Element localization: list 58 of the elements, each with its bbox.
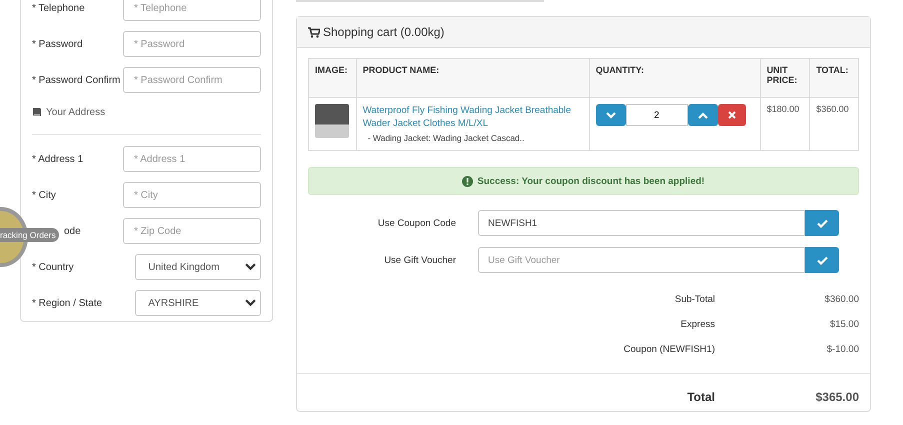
total-label: Sub-Total — [674, 294, 715, 305]
field-label: * Password — [32, 38, 83, 50]
remove-button[interactable] — [718, 104, 746, 126]
product-photo-placeholder — [315, 104, 349, 138]
column-header: UNIT PRICE: — [760, 58, 810, 98]
field-label: * Country — [32, 262, 74, 272]
table-cell: $180.00 — [760, 98, 810, 150]
total-amount: $360.00 — [824, 294, 859, 305]
grand-total-label: Total — [686, 390, 715, 404]
field-label: Use Coupon Code — [376, 218, 457, 228]
total-label: Express — [680, 319, 715, 330]
chevron-down-icon — [245, 299, 256, 307]
text-field[interactable]: * Zip Code — [123, 218, 261, 244]
checkmark-icon — [816, 218, 828, 228]
total-amount: $15.00 — [828, 319, 859, 330]
text-field[interactable]: * Telephone — [123, 0, 261, 21]
text-field[interactable]: * Address 1 — [123, 146, 261, 172]
field-label: * Region / State — [32, 298, 102, 308]
close-icon — [728, 111, 736, 119]
field-label: * City — [32, 190, 56, 200]
decrease-button[interactable] — [596, 104, 626, 126]
column-header: QUANTITY: — [589, 58, 760, 98]
apply-button[interactable] — [805, 210, 839, 236]
book-icon — [32, 107, 42, 117]
panel-title: Shopping cart (0.00kg) — [323, 25, 444, 39]
exclamation-icon — [462, 176, 474, 186]
grand-total-amount: $365.00 — [814, 390, 859, 404]
field-label: ode — [64, 226, 81, 236]
text-field[interactable]: * City — [123, 182, 261, 208]
field-label: * Address 1 — [32, 154, 84, 164]
chevron-down-icon — [606, 112, 616, 118]
field-label: Use Gift Voucher — [383, 254, 457, 266]
increase-button[interactable] — [688, 104, 718, 126]
alert-message: Success: Your coupon discount has been applied! — [477, 176, 705, 186]
column-header: IMAGE: — [308, 58, 356, 98]
product-option: - Wading Jacket: Wading Jacket Cascad.. — [368, 132, 583, 143]
checkmark-icon — [816, 256, 828, 264]
table-cell: $360.00 — [810, 98, 858, 150]
text-field[interactable]: * Password — [123, 31, 261, 57]
field-label: * Password Confirm — [32, 74, 120, 86]
text-field[interactable]: * Password Confirm — [123, 67, 261, 93]
cart-icon — [308, 26, 320, 38]
quantity-field[interactable]: 2 — [626, 104, 688, 126]
column-header: TOTAL: — [810, 58, 858, 98]
column-header: PRODUCT NAME: — [356, 58, 590, 98]
code-field[interactable]: Use Gift Voucher — [478, 247, 805, 273]
chevron-down-icon — [245, 263, 256, 271]
field-label: * Telephone — [32, 2, 85, 14]
select-field[interactable]: AYRSHIRE — [135, 290, 261, 316]
select-field[interactable]: United Kingdom — [135, 254, 261, 280]
code-field[interactable]: NEWFISH1 — [478, 210, 805, 236]
total-label: Coupon (NEWFISH1) — [622, 344, 715, 355]
tracking-orders-label[interactable]: racking Orders — [0, 228, 59, 242]
product-link[interactable]: Waterproof Fly Fishing Wading Jacket Breathable Wader Jacket Clothes M/L/XL — [362, 104, 583, 131]
apply-button[interactable] — [805, 247, 839, 273]
total-amount: $-10.00 — [826, 344, 859, 355]
chevron-up-icon — [698, 112, 708, 118]
section-heading: Your Address — [46, 106, 106, 118]
